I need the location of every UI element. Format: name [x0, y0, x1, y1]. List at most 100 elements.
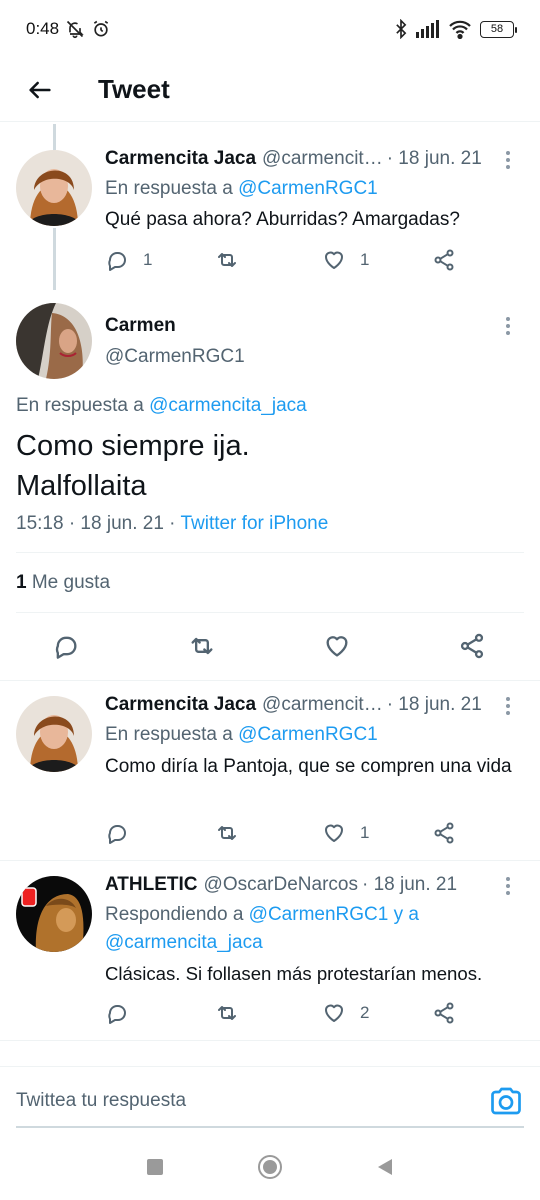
retweet-icon [218, 1006, 236, 1020]
more-options-button[interactable] [498, 694, 518, 718]
reply-input-underline [16, 1126, 524, 1128]
like-button[interactable] [323, 632, 351, 660]
reply-to-link[interactable]: @CarmenRGC1 y a [249, 904, 419, 925]
author-handle[interactable]: @carmencit… [262, 694, 383, 716]
retweet-button[interactable] [215, 248, 322, 272]
thread-line [53, 228, 56, 290]
alarm-icon [93, 20, 109, 37]
more-options-button[interactable] [498, 148, 518, 172]
tweet-header: Carmencita Jaca @carmencit… · 18 jun. 21 [105, 148, 500, 170]
heart-icon [325, 824, 343, 842]
more-options-button[interactable] [498, 314, 518, 338]
arrow-left-icon [29, 81, 51, 98]
reply-context: En respuesta a @CarmenRGC1 [105, 178, 378, 199]
reply-button[interactable]: 1 [105, 248, 215, 272]
back-nav-icon[interactable] [375, 1157, 395, 1177]
reply-context: Respondiendo a @CarmenRGC1 y a @carmenci… [105, 901, 524, 957]
author-name[interactable]: Carmencita Jaca [105, 694, 256, 716]
tweet-date[interactable]: · 18 jun. 21 [362, 874, 457, 896]
tweet-header: ATHLETIC @OscarDeNarcos · 18 jun. 21 [105, 874, 500, 896]
reply-icon [55, 636, 77, 659]
retweet-button[interactable] [215, 821, 322, 845]
share-button[interactable] [458, 632, 486, 660]
divider [0, 1040, 540, 1041]
avatar[interactable] [16, 696, 92, 772]
recents-icon[interactable] [145, 1157, 165, 1177]
avatar[interactable] [16, 303, 92, 379]
share-button[interactable] [432, 821, 456, 845]
tweet-actions: 1 [105, 818, 465, 848]
share-icon [460, 633, 484, 659]
reply-icon [108, 252, 126, 271]
heart-icon [326, 636, 348, 657]
share-icon [434, 249, 454, 271]
signal-icon [416, 20, 439, 38]
reply-button[interactable] [105, 821, 215, 845]
bell-off-icon [67, 20, 84, 39]
tweet-text: Como diría la Pantoja, que se compren un… [105, 756, 512, 777]
main-tweet-meta: 15:18 · 18 jun. 21 · Twitter for iPhone [16, 510, 524, 538]
reply-to-link[interactable]: @CarmenRGC1 [238, 178, 378, 199]
like-button[interactable]: 1 [322, 821, 432, 845]
reply-input[interactable]: Twittea tu respuesta [16, 1090, 488, 1112]
avatar-image [16, 150, 92, 226]
bluetooth-icon [396, 19, 407, 39]
reply-to-link[interactable]: @carmencita_jaca [149, 395, 307, 416]
reply-to-link[interactable]: @CarmenRGC1 [238, 724, 378, 745]
author-name[interactable]: ATHLETIC [105, 874, 198, 896]
avatar[interactable] [16, 876, 92, 952]
avatar[interactable] [16, 150, 92, 226]
heart-icon [325, 1004, 343, 1022]
author-handle[interactable]: @OscarDeNarcos [204, 874, 358, 896]
like-button[interactable]: 1 [322, 248, 432, 272]
more-options-button[interactable] [498, 874, 518, 898]
main-tweet-timestamp: 15:18 · 18 jun. 21 · [16, 513, 176, 534]
tweet-date[interactable]: · 18 jun. 21 [387, 148, 482, 170]
camera-button[interactable] [488, 1083, 524, 1119]
main-tweet-actions [0, 616, 540, 676]
page-title: Tweet [98, 74, 170, 104]
reply-context: En respuesta a @CarmenRGC1 [105, 724, 378, 745]
tweet-text: Clásicas. Si follasen más protestarían m… [105, 963, 483, 984]
main-author-name[interactable]: Carmen [105, 315, 500, 337]
reply-composer: Twittea tu respuesta [0, 1066, 540, 1134]
tweet-text: Qué pasa ahora? Aburridas? Amargadas? [105, 209, 460, 230]
share-button[interactable] [432, 248, 456, 272]
retweet-button[interactable] [215, 1001, 322, 1025]
system-nav-bar [0, 1134, 540, 1200]
reply-button[interactable] [105, 1001, 215, 1025]
retweet-icon [191, 637, 213, 655]
share-button[interactable] [432, 1001, 456, 1025]
camera-icon [491, 1087, 521, 1114]
avatar-image [16, 876, 92, 952]
tweet-header: Carmencita Jaca @carmencit… · 18 jun. 21 [105, 694, 500, 716]
home-icon[interactable] [257, 1154, 283, 1180]
retweet-icon [218, 826, 236, 840]
app-bar: Tweet [0, 58, 540, 122]
like-button[interactable]: 2 [322, 1001, 432, 1025]
author-name[interactable]: Carmencita Jaca [105, 148, 256, 170]
tweet-date[interactable]: · 18 jun. 21 [387, 694, 482, 716]
thread-line [53, 124, 56, 150]
reply-to-link[interactable]: @carmencita_jaca [105, 929, 524, 957]
back-button[interactable] [0, 62, 80, 118]
divider [0, 680, 540, 681]
retweet-button[interactable] [188, 632, 216, 660]
retweet-icon [218, 253, 236, 267]
author-handle[interactable]: @carmencit… [262, 148, 383, 170]
tweet-source-link[interactable]: Twitter for iPhone [180, 513, 328, 534]
reply-context: En respuesta a @carmencita_jaca [16, 395, 307, 416]
avatar-image [16, 303, 92, 379]
main-author-handle[interactable]: @CarmenRGC1 [105, 343, 524, 371]
battery-icon: 58 [480, 20, 517, 38]
divider [0, 860, 540, 861]
divider [16, 612, 524, 613]
reply-button[interactable] [52, 632, 80, 660]
reply-icon [108, 825, 126, 844]
divider [16, 552, 524, 553]
likes-summary[interactable]: 1 Me gusta [16, 569, 524, 597]
share-icon [434, 822, 454, 844]
reply-icon [108, 1005, 126, 1024]
avatar-image [16, 696, 92, 772]
tweet-actions: 1 1 [105, 245, 465, 275]
